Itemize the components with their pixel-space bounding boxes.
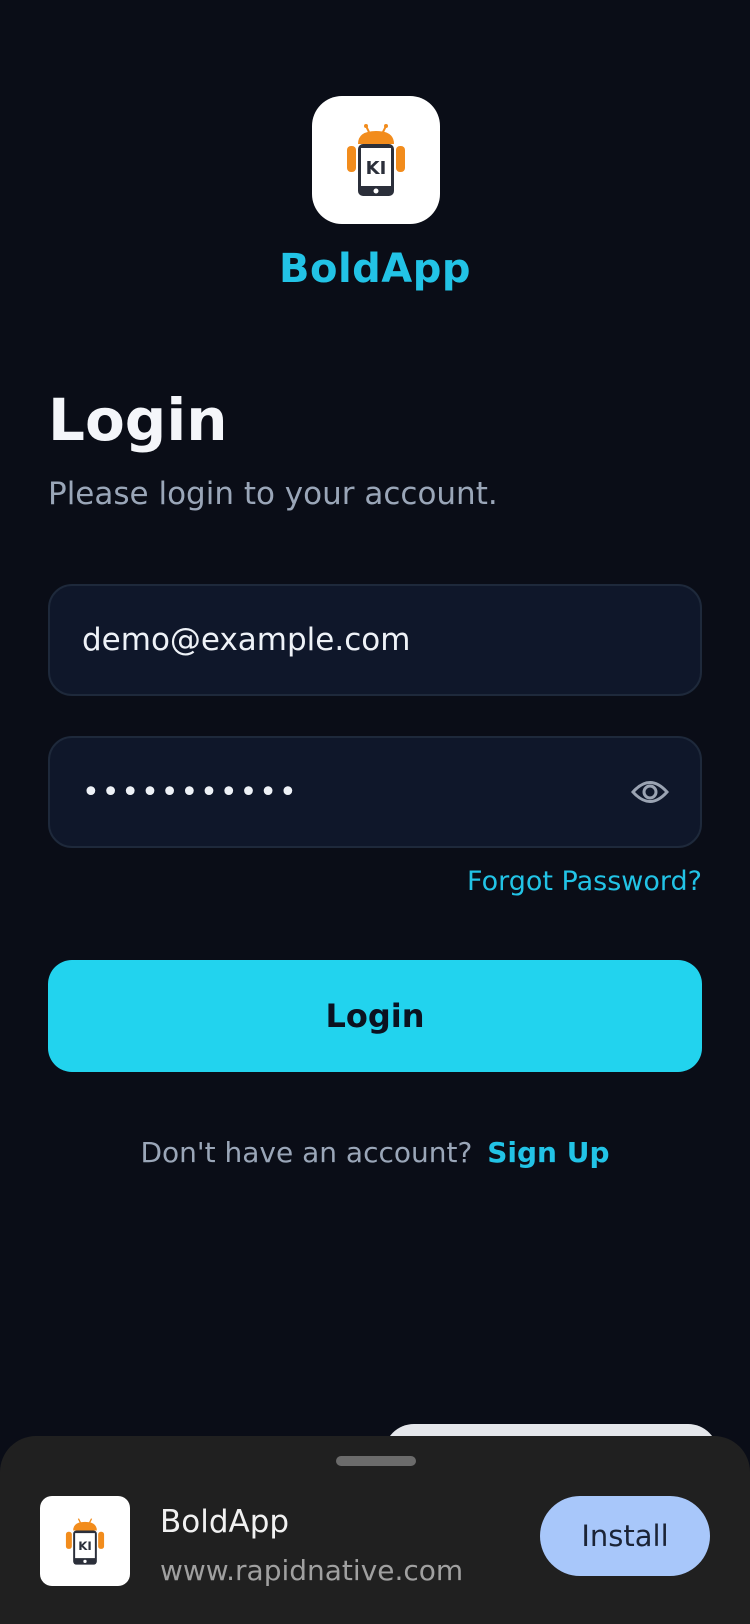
install-bottom-sheet: KI BoldApp www.rapidnative.com Install (0, 1436, 750, 1624)
password-field[interactable]: ••••••••••• (48, 736, 702, 848)
app-logo: KI (312, 96, 440, 224)
sheet-logo-letters: KI (78, 1539, 92, 1553)
signup-link[interactable]: Sign Up (487, 1136, 609, 1169)
signup-prompt-text: Don't have an account? (140, 1136, 473, 1169)
email-value: demo@example.com (82, 622, 411, 658)
install-button[interactable]: Install (540, 1496, 710, 1576)
page-title: Login (48, 386, 228, 454)
eye-icon[interactable] (630, 772, 670, 812)
login-screen: KI BoldApp Login Please login to your ac… (0, 0, 750, 1624)
sheet-app-icon: KI (40, 1496, 130, 1586)
email-field[interactable]: demo@example.com (48, 584, 702, 696)
password-value: ••••••••••• (82, 774, 299, 810)
robot-phone-logo-icon: KI (347, 124, 405, 196)
page-subtitle: Please login to your account. (48, 476, 498, 512)
sheet-app-name: BoldApp (160, 1504, 290, 1540)
login-button[interactable]: Login (48, 960, 702, 1072)
sheet-app-url: www.rapidnative.com (160, 1554, 464, 1587)
logo-letters: KI (366, 158, 387, 179)
app-name: BoldApp (278, 246, 472, 292)
sheet-drag-handle[interactable] (336, 1456, 416, 1466)
signup-prompt-row: Don't have an account? Sign Up (0, 1136, 750, 1169)
forgot-password-link[interactable]: Forgot Password? (467, 866, 702, 897)
robot-phone-small-icon: KI (65, 1518, 105, 1565)
